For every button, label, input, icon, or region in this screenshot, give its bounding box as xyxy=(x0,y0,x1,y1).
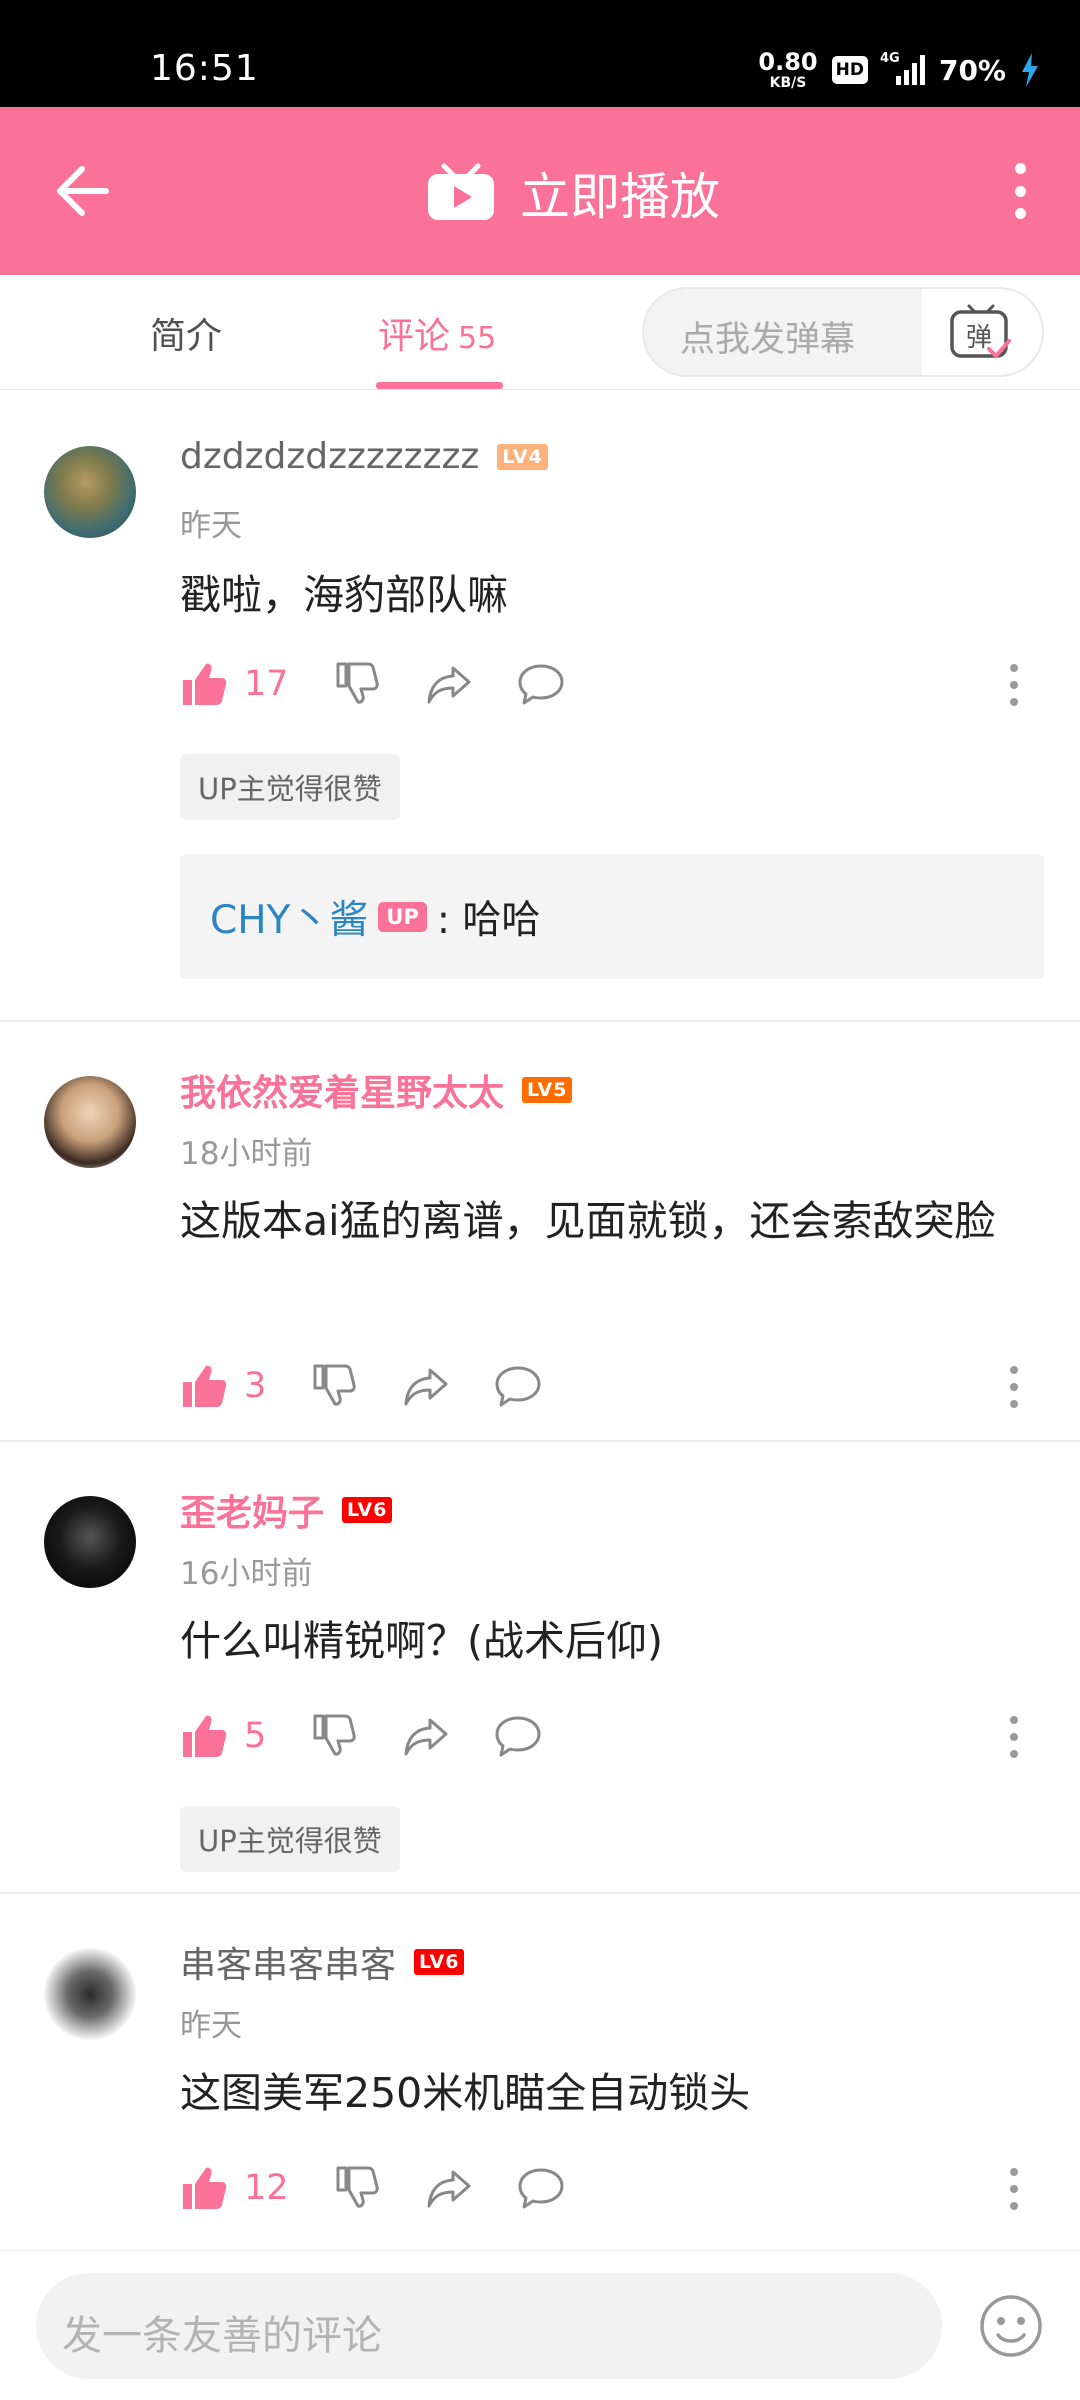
comment-username[interactable]: 歪老妈子 LV6 xyxy=(180,1484,393,1536)
comment-more-icon[interactable] xyxy=(1008,1366,1020,1408)
hd-badge: HD xyxy=(831,56,868,84)
like-count: 17 xyxy=(244,664,289,704)
tv-play-icon xyxy=(428,163,494,220)
network-speed-unit: KB/S xyxy=(769,75,807,91)
like-button[interactable]: 17 xyxy=(180,660,289,708)
avatar[interactable] xyxy=(44,1496,136,1588)
share-icon[interactable] xyxy=(425,660,473,708)
comment-item: 串客串客串客 LV6 昨天 这图美军250米机瞄全自动锁头 12 xyxy=(0,1894,1080,2250)
tab-comments-count: 55 xyxy=(458,321,497,356)
comment-input-placeholder: 发一条友善的评论 xyxy=(62,2313,382,2359)
play-now-button[interactable]: 立即播放 xyxy=(426,157,720,229)
network-speed-value: 0.80 xyxy=(758,48,818,76)
comment-more-icon[interactable] xyxy=(1008,664,1020,706)
username-text: 我依然爱着星野太太 xyxy=(180,1073,505,1114)
level-badge: LV4 xyxy=(497,443,548,470)
reply-icon[interactable] xyxy=(517,2164,565,2212)
share-icon[interactable] xyxy=(402,1712,450,1760)
comment-time: 昨天 xyxy=(180,2008,242,2044)
reply-icon[interactable] xyxy=(494,1712,542,1760)
thumbs-down-icon[interactable] xyxy=(333,2164,381,2212)
tab-bar: 简介 评论 55 点我发弹幕 弹 xyxy=(0,275,1080,390)
network-type: 4G xyxy=(879,51,900,66)
reply-preview[interactable]: CHY丶酱 UP : 哈哈 xyxy=(180,854,1044,979)
comment-more-icon[interactable] xyxy=(1008,2168,1020,2210)
thumbs-up-icon xyxy=(183,1715,227,1757)
reply-text: : 哈哈 xyxy=(436,897,541,943)
comment-time: 16小时前 xyxy=(180,1556,313,1592)
share-icon[interactable] xyxy=(402,1362,450,1410)
comment-item: dzdzdzdzzzzzzzz LV4 昨天 戳啦，海豹部队嘛 17 UP主觉得… xyxy=(0,392,1080,1022)
comment-text: 这图美军250米机瞄全自动锁头 xyxy=(180,2069,751,2117)
like-button[interactable]: 3 xyxy=(180,1362,266,1410)
thumbs-up-icon xyxy=(183,2167,227,2209)
danmaku-placeholder: 点我发弹幕 xyxy=(680,320,856,360)
comment-username[interactable]: 我依然爱着星野太太 LV5 xyxy=(180,1064,573,1116)
tab-intro[interactable]: 简介 xyxy=(150,307,222,359)
comment-text: 什么叫精锐啊？(战术后仰) xyxy=(180,1617,663,1665)
danmaku-toggle[interactable]: 弹 xyxy=(922,289,1042,375)
danmaku-icon: 弹 xyxy=(950,304,1011,359)
charging-icon xyxy=(1022,53,1038,87)
comment-username[interactable]: dzdzdzdzzzzzzzz LV4 xyxy=(180,436,548,477)
like-count: 5 xyxy=(244,1716,267,1756)
thumbs-up-icon xyxy=(183,663,227,705)
signal-icon: 4G xyxy=(880,51,925,85)
level-badge: LV5 xyxy=(522,1077,573,1103)
avatar[interactable] xyxy=(44,446,136,538)
network-speed: 0.80 KB/S xyxy=(758,50,817,90)
comment-actions: 12 xyxy=(180,2164,565,2212)
comment-username[interactable]: 串客串客串客 LV6 xyxy=(180,1936,465,1988)
avatar[interactable] xyxy=(44,1948,136,2040)
reply-icon[interactable] xyxy=(494,1362,542,1410)
comment-item: 我依然爱着星野太太 LV5 18小时前 这版本ai猛的离谱，见面就锁，还会索敌突… xyxy=(0,1022,1080,1442)
reply-icon[interactable] xyxy=(517,660,565,708)
app-header: 立即播放 xyxy=(0,107,1080,275)
username-text: dzdzdzdzzzzzzzz xyxy=(180,436,480,477)
comment-time: 18小时前 xyxy=(180,1136,313,1172)
comment-composer-bar: 发一条友善的评论 xyxy=(0,2250,1080,2400)
up-liked-tag: UP主觉得很赞 xyxy=(180,1806,400,1872)
back-arrow-icon[interactable] xyxy=(52,161,112,221)
username-text: 串客串客串客 xyxy=(180,1945,397,1986)
level-badge: LV6 xyxy=(414,1949,465,1975)
status-time: 16:51 xyxy=(150,48,259,89)
like-button[interactable]: 12 xyxy=(180,2164,289,2212)
up-badge: UP xyxy=(378,901,427,932)
level-badge: LV6 xyxy=(342,1497,393,1523)
share-icon[interactable] xyxy=(425,2164,473,2212)
tab-comments-label: 评论 xyxy=(378,316,451,357)
comment-input[interactable]: 发一条友善的评论 xyxy=(36,2273,942,2379)
comment-more-icon[interactable] xyxy=(1008,1716,1020,1758)
tab-active-indicator xyxy=(376,382,503,389)
reply-username[interactable]: CHY丶酱 xyxy=(210,889,368,945)
thumbs-down-icon[interactable] xyxy=(333,660,381,708)
thumbs-down-icon[interactable] xyxy=(310,1712,358,1760)
up-liked-tag: UP主觉得很赞 xyxy=(180,754,400,820)
username-text: 歪老妈子 xyxy=(180,1493,325,1534)
like-count: 3 xyxy=(244,1366,267,1406)
comment-item: 歪老妈子 LV6 16小时前 什么叫精锐啊？(战术后仰) 5 UP主觉得很赞 xyxy=(0,1442,1080,1894)
battery-level: 70% xyxy=(938,53,1006,87)
comment-actions: 17 xyxy=(180,660,565,708)
like-count: 12 xyxy=(244,2168,289,2208)
emoji-face-icon[interactable] xyxy=(978,2293,1044,2359)
thumbs-down-icon[interactable] xyxy=(310,1362,358,1410)
play-now-label: 立即播放 xyxy=(520,168,720,226)
comment-actions: 3 xyxy=(180,1362,542,1410)
tab-comments[interactable]: 评论 55 xyxy=(378,307,496,359)
comment-text: 戳啦，海豹部队嘛 xyxy=(180,571,508,619)
like-button[interactable]: 5 xyxy=(180,1712,266,1760)
avatar[interactable] xyxy=(44,1076,136,1168)
comment-text: 这版本ai猛的离谱，见面就锁，还会索敌突脸 xyxy=(180,1197,996,1245)
danmaku-input[interactable]: 点我发弹幕 弹 xyxy=(642,287,1044,377)
comment-actions: 5 xyxy=(180,1712,542,1760)
more-options-icon[interactable] xyxy=(1012,163,1028,219)
comment-time: 昨天 xyxy=(180,508,242,544)
status-bar: 16:51 0.80 KB/S HD 4G 70% xyxy=(0,0,1080,107)
status-indicators: 0.80 KB/S HD 4G 70% xyxy=(758,50,1040,90)
thumbs-up-icon xyxy=(183,1365,227,1407)
